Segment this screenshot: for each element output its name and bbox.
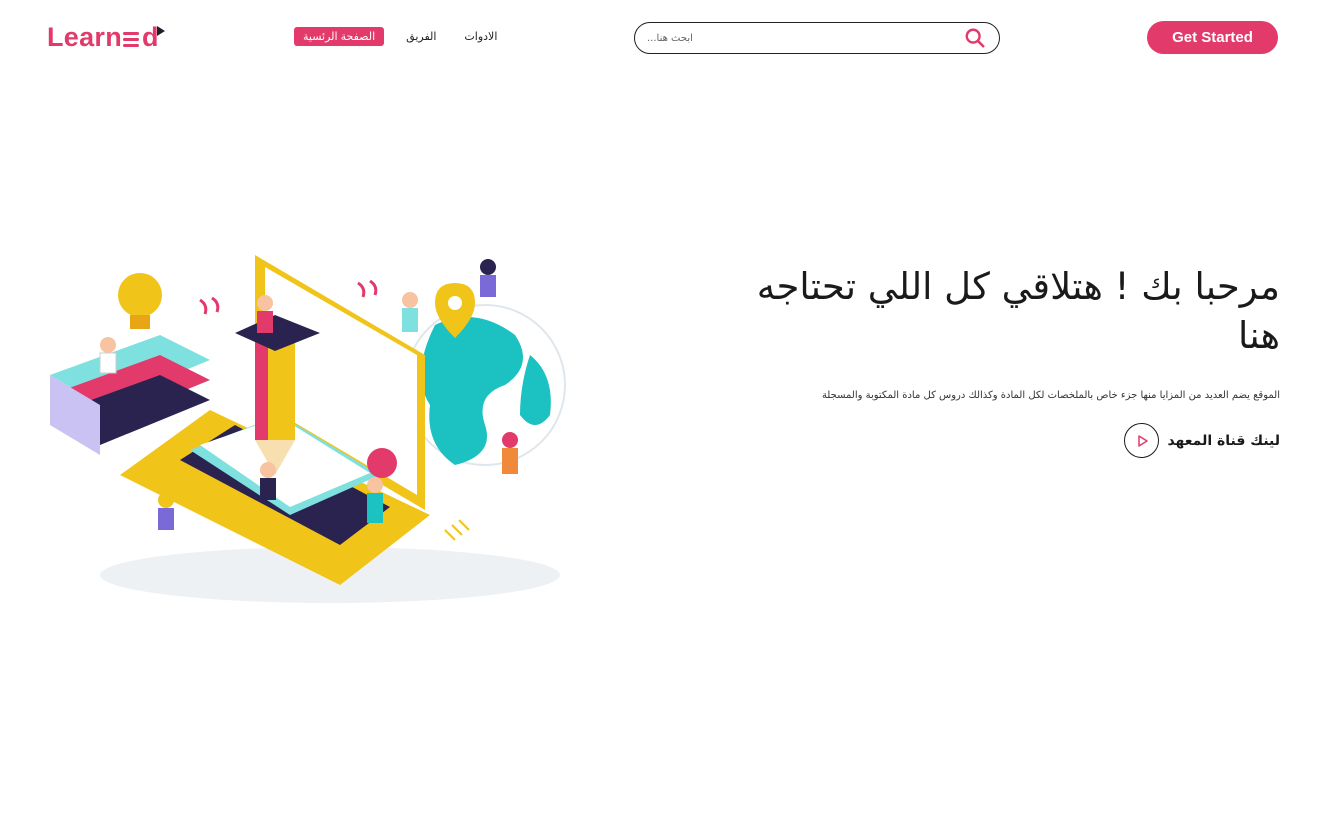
hero-illustration — [40, 245, 580, 610]
nav-item-team[interactable]: الفريق — [400, 27, 442, 46]
brand-logo[interactable]: Learn d — [47, 22, 165, 53]
logo-flag-icon — [156, 25, 165, 36]
play-icon[interactable] — [1124, 423, 1160, 459]
institute-channel-link[interactable]: لينك قناة المعهد — [720, 423, 1280, 459]
search-input[interactable] — [647, 32, 963, 44]
main-nav: الصفحة الرئسية الفريق الادوات — [286, 27, 511, 46]
hero-description: الموقع يضم العديد من المزايا منها جزء خا… — [821, 390, 1280, 402]
nav-item-home[interactable]: الصفحة الرئسية — [294, 27, 385, 46]
search-icon[interactable] — [963, 26, 987, 50]
institute-channel-link-label: لينك قناة المعهد — [1167, 432, 1280, 449]
nav-item-tools[interactable]: الادوات — [458, 27, 503, 46]
hero-section: مرحبا بك ! هتلاقي كل اللي تحتاجه هنا الم… — [720, 262, 1280, 459]
brand-name-prefix: Learn — [47, 22, 123, 52]
search-bar — [634, 22, 1000, 54]
hero-title: مرحبا بك ! هتلاقي كل اللي تحتاجه هنا — [756, 265, 1280, 358]
get-started-button[interactable]: Get Started — [1147, 21, 1278, 54]
logo-e-mark — [123, 28, 141, 48]
